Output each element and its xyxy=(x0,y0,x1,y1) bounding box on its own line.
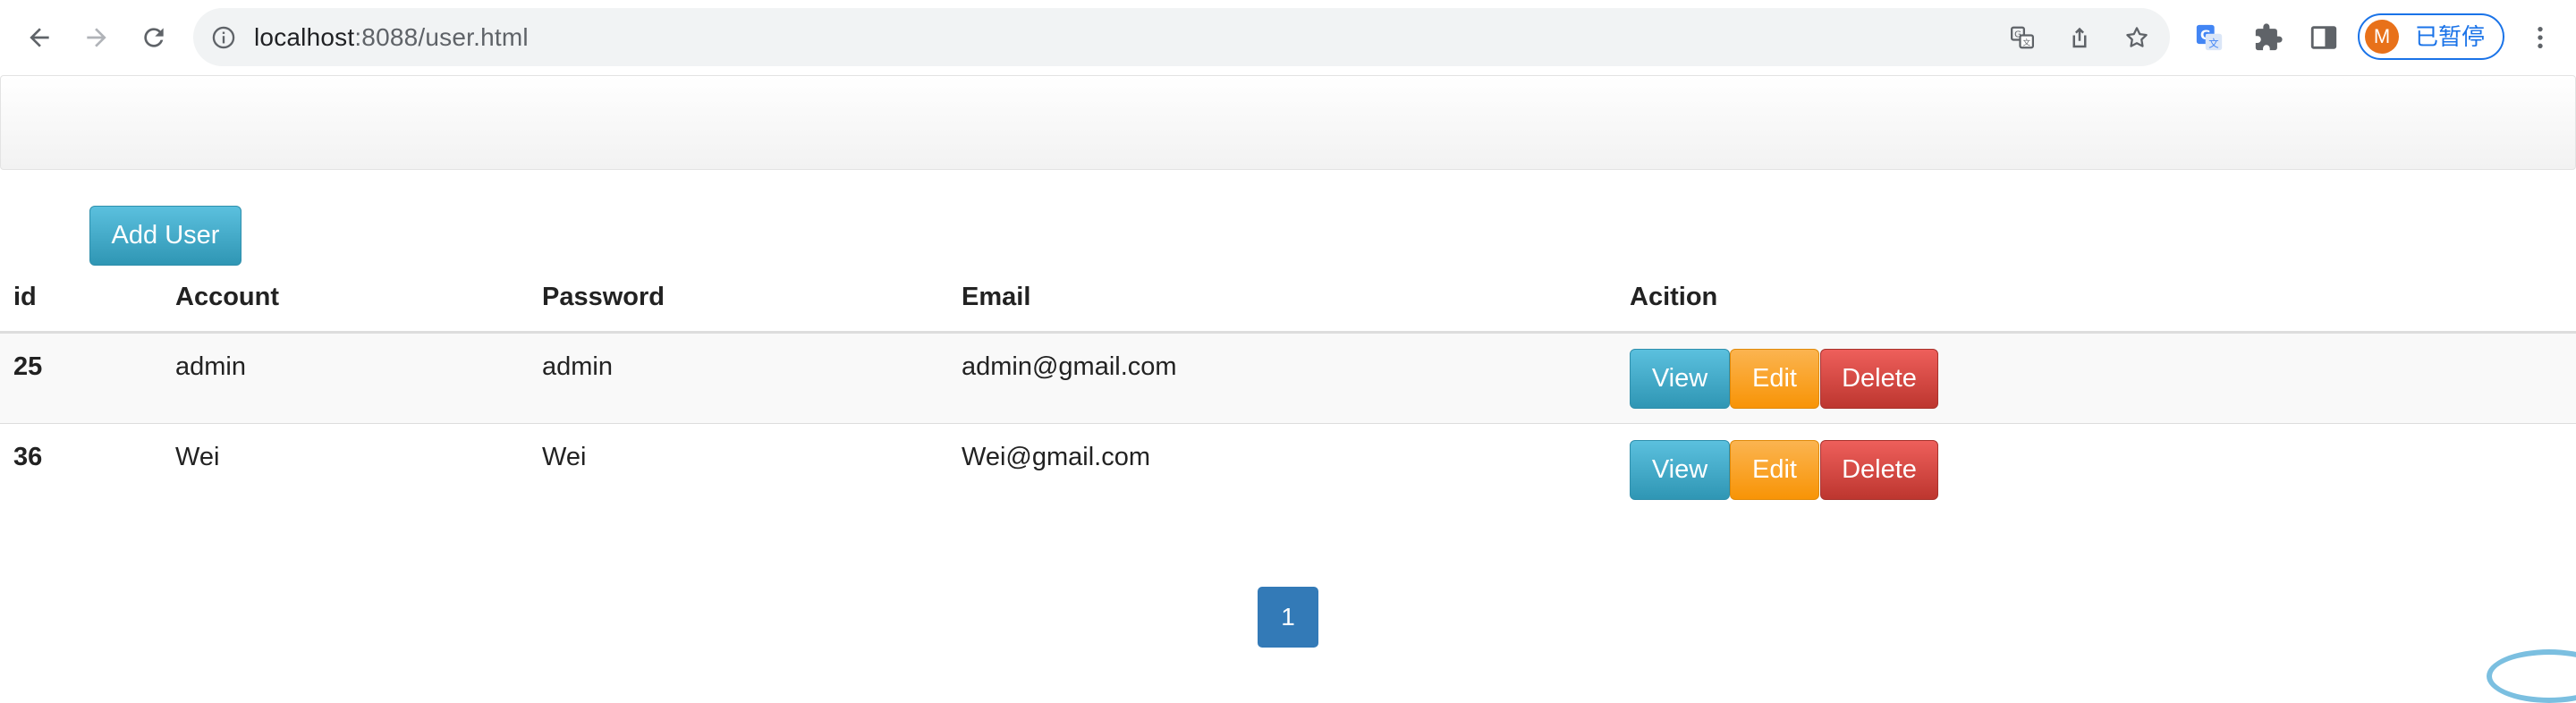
arrow-right-icon xyxy=(87,28,106,47)
cell-account: admin xyxy=(175,352,246,381)
browser-toolbar: localhost:8088/user.html G 文 G 文 M 已暂停 xyxy=(0,0,2576,75)
cell-password: Wei xyxy=(542,443,587,471)
arrow-left-icon xyxy=(30,28,49,47)
cell-id: 36 xyxy=(13,443,43,471)
share-icon xyxy=(2072,27,2087,48)
reload-icon xyxy=(144,28,164,47)
kebab-menu-icon xyxy=(2538,27,2543,48)
view-button[interactable]: View xyxy=(1630,440,1730,500)
column-header-email: Email xyxy=(962,283,1031,311)
column-header-action: Acition xyxy=(1630,283,1718,311)
edit-button[interactable]: Edit xyxy=(1730,440,1819,500)
bookmark-button[interactable] xyxy=(2123,24,2150,51)
google-translate-extension[interactable]: G 文 xyxy=(2193,21,2225,54)
puzzle-icon xyxy=(2255,23,2283,51)
cell-email: admin@gmail.com xyxy=(962,352,1177,381)
table-row: 25 admin admin admin@gmail.com View Edit… xyxy=(0,334,2576,424)
profile-button[interactable]: M 已暂停 xyxy=(2358,13,2504,60)
back-button[interactable] xyxy=(21,20,57,55)
pagination-page-1[interactable]: 1 xyxy=(1258,587,1318,648)
url-text[interactable]: localhost:8088/user.html xyxy=(254,8,529,66)
table-row: 36 Wei Wei Wei@gmail.com View Edit Delet… xyxy=(0,424,2576,514)
column-header-id: id xyxy=(13,283,37,311)
floating-widget-edge xyxy=(2487,649,2576,703)
google-translate-icon: G 文 xyxy=(2196,24,2223,51)
side-panel-icon xyxy=(2310,26,2337,49)
column-header-account: Account xyxy=(175,283,279,311)
svg-text:文: 文 xyxy=(2022,37,2030,47)
delete-button[interactable]: Delete xyxy=(1820,349,1938,409)
star-icon xyxy=(2126,27,2148,47)
forward-button[interactable] xyxy=(79,20,114,55)
svg-text:文: 文 xyxy=(2208,38,2218,50)
translate-icon: G 文 xyxy=(2011,26,2034,49)
browser-menu-button[interactable] xyxy=(2522,20,2558,55)
cell-id: 25 xyxy=(13,352,43,381)
share-button[interactable] xyxy=(2066,24,2093,51)
side-panel-button[interactable] xyxy=(2308,21,2340,54)
extensions-button[interactable] xyxy=(2252,21,2284,54)
profile-status: 已暂停 xyxy=(2415,23,2486,50)
url-path: :8088/user.html xyxy=(354,23,529,51)
url-host: localhost xyxy=(254,23,355,51)
column-header-password: Password xyxy=(542,283,665,311)
delete-button[interactable]: Delete xyxy=(1820,440,1938,500)
page-navbar xyxy=(0,75,2576,170)
cell-email: Wei@gmail.com xyxy=(962,443,1151,471)
edit-button[interactable]: Edit xyxy=(1730,349,1819,409)
cell-password: admin xyxy=(542,352,613,381)
translate-button[interactable]: G 文 xyxy=(2009,24,2036,51)
address-bar[interactable]: localhost:8088/user.html G 文 xyxy=(193,8,2170,66)
avatar: M xyxy=(2365,20,2399,54)
reload-button[interactable] xyxy=(136,20,172,55)
cell-account: Wei xyxy=(175,443,220,471)
view-button[interactable]: View xyxy=(1630,349,1730,409)
info-icon[interactable] xyxy=(211,25,236,50)
add-user-button[interactable]: Add User xyxy=(89,206,242,266)
